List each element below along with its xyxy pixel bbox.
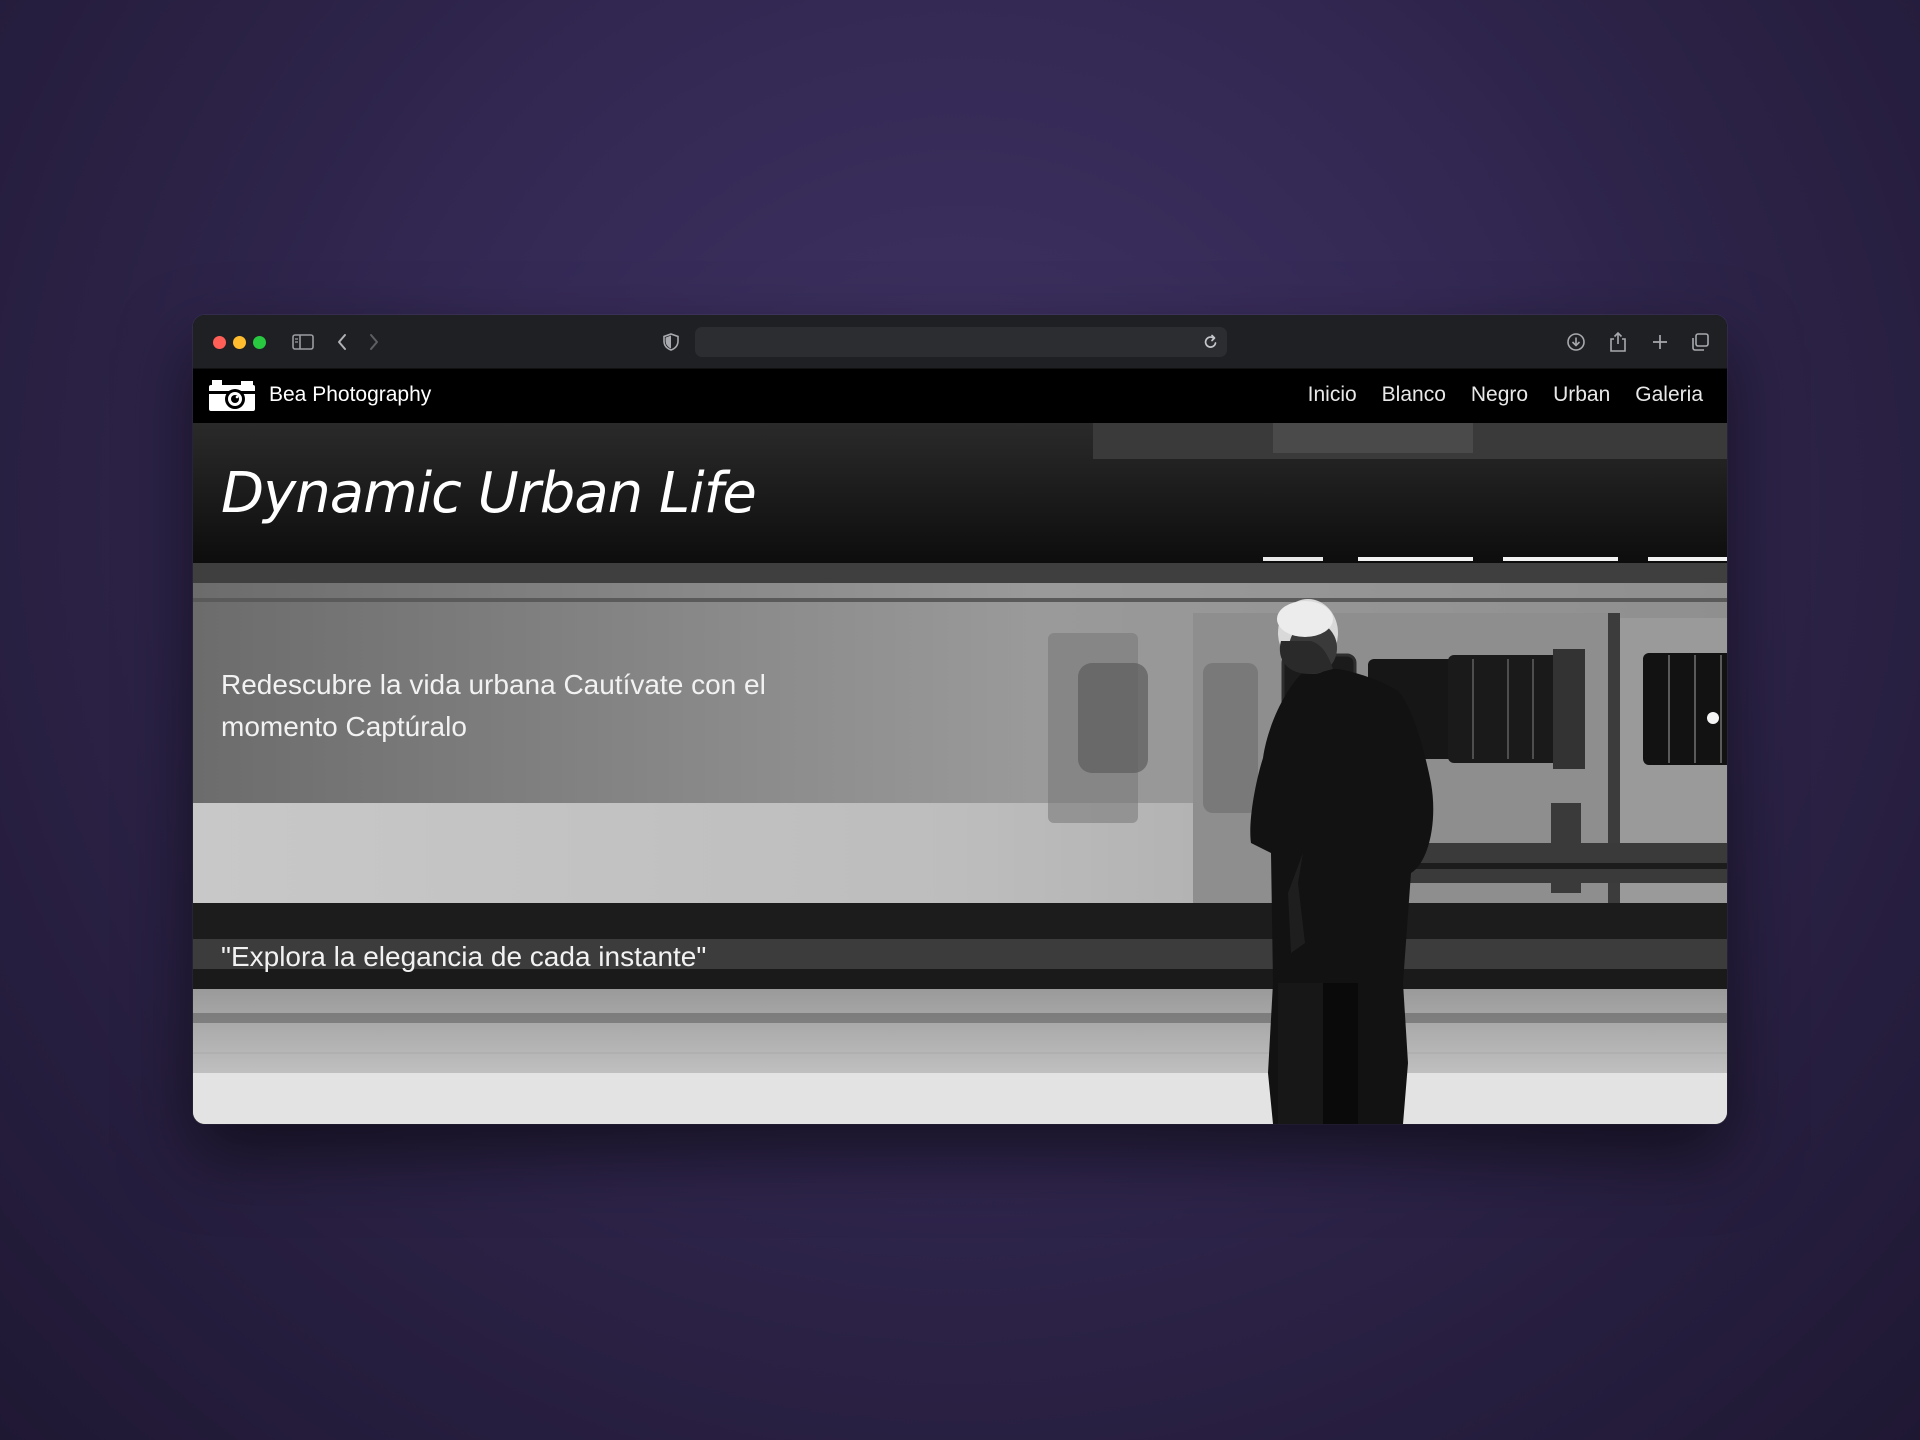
nav-link-galeria[interactable]: Galeria	[1635, 383, 1703, 407]
hero-photo	[193, 423, 1727, 1124]
shield-icon[interactable]	[661, 329, 681, 355]
close-window-button[interactable]	[213, 336, 226, 349]
share-icon[interactable]	[1607, 329, 1629, 355]
download-icon[interactable]	[1565, 329, 1587, 355]
reload-icon[interactable]	[1203, 333, 1219, 355]
browser-toolbar	[193, 315, 1727, 369]
hero-section: Dynamic Urban Life Redescubre la vida ur…	[193, 423, 1727, 1124]
browser-window: Bea Photography Inicio Blanco Negro Urba…	[193, 315, 1727, 1124]
brand-name[interactable]: Bea Photography	[269, 383, 431, 407]
minimize-window-button[interactable]	[233, 336, 246, 349]
back-icon[interactable]	[333, 329, 351, 355]
nav-link-negro[interactable]: Negro	[1471, 383, 1528, 407]
nav-link-inicio[interactable]: Inicio	[1308, 383, 1357, 407]
main-nav: Inicio Blanco Negro Urban Galeria	[1308, 383, 1703, 407]
nav-link-urban[interactable]: Urban	[1553, 383, 1610, 407]
hero-title: Dynamic Urban Life	[221, 461, 757, 526]
web-page: Bea Photography Inicio Blanco Negro Urba…	[193, 369, 1727, 1124]
new-tab-icon[interactable]	[1649, 329, 1671, 355]
camera-icon[interactable]	[207, 377, 257, 417]
sidebar-toggle-icon[interactable]	[291, 329, 315, 355]
site-navbar: Bea Photography Inicio Blanco Negro Urba…	[193, 369, 1727, 423]
forward-icon[interactable]	[365, 329, 383, 355]
zoom-window-button[interactable]	[253, 336, 266, 349]
address-bar[interactable]	[695, 327, 1227, 357]
hero-quote: "Explora la elegancia de cada instante"	[221, 941, 707, 972]
tabs-overview-icon[interactable]	[1689, 329, 1711, 355]
nav-link-blanco[interactable]: Blanco	[1382, 383, 1446, 407]
hero-subtitle: Redescubre la vida urbana Cautívate con …	[221, 669, 766, 742]
